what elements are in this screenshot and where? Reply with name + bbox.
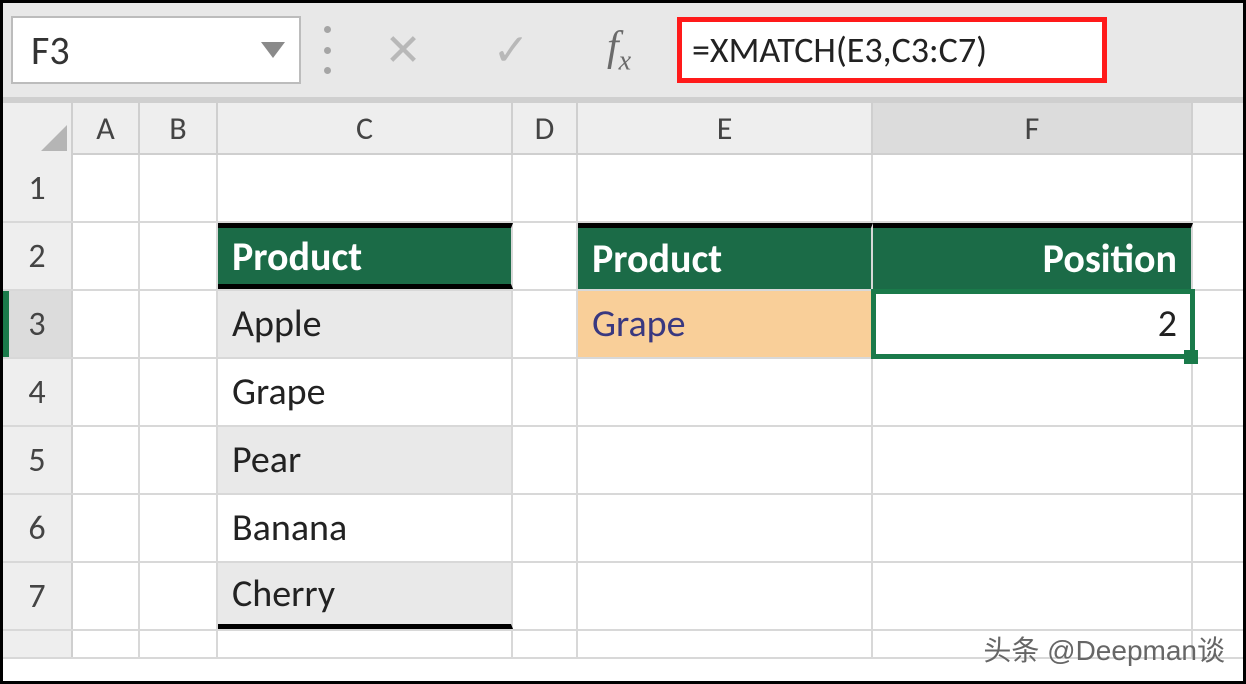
table2-lookup[interactable]: Grape xyxy=(578,291,873,357)
rows: 1 2 Product Product Position 3 Apple Gra… xyxy=(3,155,1243,659)
cell-e6[interactable] xyxy=(578,495,873,561)
row-7: 7 Cherry xyxy=(3,563,1243,631)
row-6: 6 Banana xyxy=(3,495,1243,563)
x-icon: ✕ xyxy=(385,25,422,76)
cell-d8[interactable] xyxy=(513,631,578,657)
row-1: 1 xyxy=(3,155,1243,223)
fx-icon: fx xyxy=(607,23,631,77)
cell-f5[interactable] xyxy=(873,427,1193,493)
row-header-1[interactable]: 1 xyxy=(3,155,73,221)
col-header-c[interactable]: C xyxy=(218,103,513,153)
name-box-value: F3 xyxy=(31,26,70,75)
cell-f6[interactable] xyxy=(873,495,1193,561)
cell-b2[interactable] xyxy=(140,223,218,289)
cell-a3[interactable] xyxy=(73,291,140,357)
cell-e1[interactable] xyxy=(578,155,873,221)
cancel-formula-button[interactable]: ✕ xyxy=(353,16,453,84)
insert-function-button[interactable]: fx xyxy=(569,16,669,84)
cell-b1[interactable] xyxy=(140,155,218,221)
chevron-down-icon[interactable] xyxy=(261,42,285,58)
formula-input-wrap: =XMATCH(E3,C3:C7) xyxy=(677,16,1235,84)
cell-d1[interactable] xyxy=(513,155,578,221)
column-headers: A B C D E F xyxy=(3,103,1243,155)
cell-d5[interactable] xyxy=(513,427,578,493)
cell-d4[interactable] xyxy=(513,359,578,425)
table1-item-2[interactable]: Pear xyxy=(218,427,513,493)
row-4: 4 Grape xyxy=(3,359,1243,427)
cell-d3[interactable] xyxy=(513,291,578,357)
table1-header[interactable]: Product xyxy=(218,223,513,289)
table1-item-0[interactable]: Apple xyxy=(218,291,513,357)
table2-header-position[interactable]: Position xyxy=(873,223,1193,289)
cell-a6[interactable] xyxy=(73,495,140,561)
cell-e8[interactable] xyxy=(578,631,873,657)
separator-dots xyxy=(321,26,333,74)
cell-a4[interactable] xyxy=(73,359,140,425)
row-header-2[interactable]: 2 xyxy=(3,223,73,289)
cell-f7[interactable] xyxy=(873,563,1193,629)
cell-e5[interactable] xyxy=(578,427,873,493)
row-5: 5 Pear xyxy=(3,427,1243,495)
col-header-a[interactable]: A xyxy=(73,103,140,153)
cell-c8[interactable] xyxy=(218,631,513,657)
cell-a1[interactable] xyxy=(73,155,140,221)
table1-item-1[interactable]: Grape xyxy=(218,359,513,425)
name-box[interactable]: F3 xyxy=(11,16,301,84)
check-icon: ✓ xyxy=(493,25,530,76)
cell-e4[interactable] xyxy=(578,359,873,425)
cell-a8[interactable] xyxy=(73,631,140,657)
cell-d7[interactable] xyxy=(513,563,578,629)
cell-f8[interactable] xyxy=(873,631,1193,657)
cell-c1[interactable] xyxy=(218,155,513,221)
table1-item-4[interactable]: Cherry xyxy=(218,563,513,629)
cell-d2[interactable] xyxy=(513,223,578,289)
row-header-8[interactable] xyxy=(3,631,73,657)
row-header-4[interactable]: 4 xyxy=(3,359,73,425)
spreadsheet-grid: A B C D E F 1 2 Product Product Position xyxy=(3,103,1243,675)
cell-a2[interactable] xyxy=(73,223,140,289)
select-all-corner[interactable] xyxy=(3,103,73,155)
col-header-b[interactable]: B xyxy=(140,103,218,153)
cell-a7[interactable] xyxy=(73,563,140,629)
cell-b3[interactable] xyxy=(140,291,218,357)
col-header-e[interactable]: E xyxy=(578,103,873,153)
cell-f1[interactable] xyxy=(873,155,1193,221)
table1-item-3[interactable]: Banana xyxy=(218,495,513,561)
row-3: 3 Apple Grape 2 xyxy=(3,291,1243,359)
cell-d6[interactable] xyxy=(513,495,578,561)
table2-header-product[interactable]: Product xyxy=(578,223,873,289)
cell-b5[interactable] xyxy=(140,427,218,493)
table2-result-cell[interactable]: 2 xyxy=(873,291,1193,357)
cell-b6[interactable] xyxy=(140,495,218,561)
col-header-d[interactable]: D xyxy=(513,103,578,153)
formula-input[interactable]: =XMATCH(E3,C3:C7) xyxy=(677,17,1107,83)
col-header-f[interactable]: F xyxy=(873,103,1193,153)
confirm-formula-button[interactable]: ✓ xyxy=(461,16,561,84)
select-all-icon xyxy=(41,125,67,151)
cell-b7[interactable] xyxy=(140,563,218,629)
cell-e7[interactable] xyxy=(578,563,873,629)
cell-f4[interactable] xyxy=(873,359,1193,425)
row-8 xyxy=(3,631,1243,659)
formula-bar-row: F3 ✕ ✓ fx =XMATCH(E3,C3:C7) xyxy=(3,3,1243,103)
row-2: 2 Product Product Position xyxy=(3,223,1243,291)
cell-b4[interactable] xyxy=(140,359,218,425)
cell-a5[interactable] xyxy=(73,427,140,493)
formula-text: =XMATCH(E3,C3:C7) xyxy=(692,28,987,72)
row-header-6[interactable]: 6 xyxy=(3,495,73,561)
cell-b8[interactable] xyxy=(140,631,218,657)
row-header-3[interactable]: 3 xyxy=(3,291,73,357)
row-header-5[interactable]: 5 xyxy=(3,427,73,493)
row-header-7[interactable]: 7 xyxy=(3,563,73,629)
